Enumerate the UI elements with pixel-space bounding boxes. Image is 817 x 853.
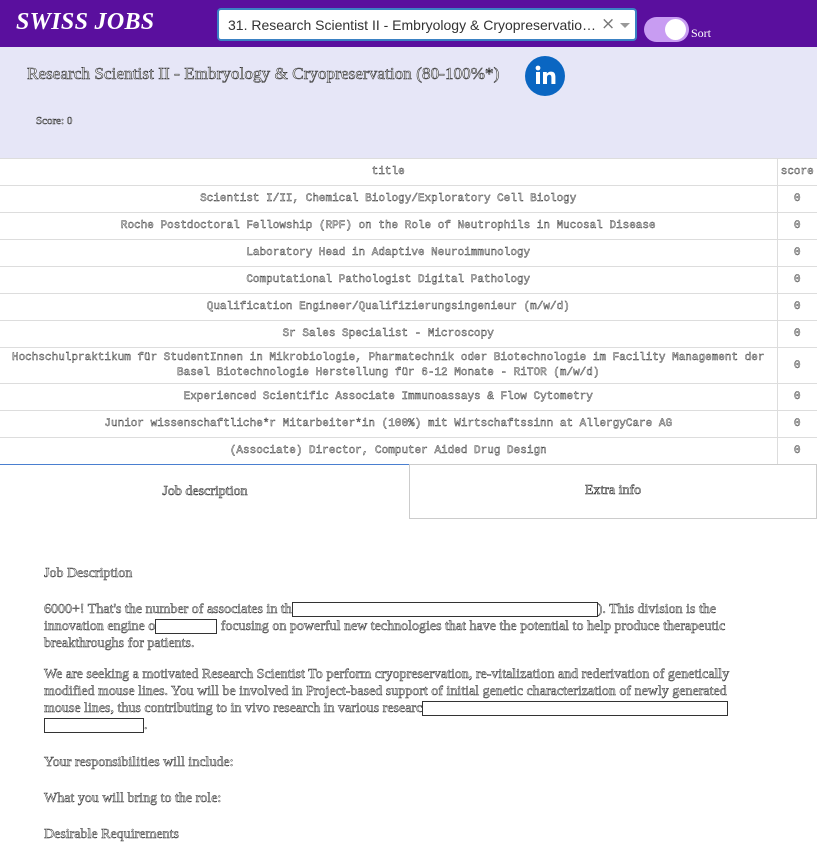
chevron-down-icon[interactable] xyxy=(620,23,630,28)
sort-toggle-knob xyxy=(665,19,686,40)
table-row[interactable]: Experienced Scientific Associate Immunoa… xyxy=(0,383,817,411)
job-select-value: 31. Research Scientist II - Embryology &… xyxy=(228,17,598,33)
row-score: 0 xyxy=(777,320,817,348)
table-row[interactable]: Roche Postdoctoral Fellowship (RPF) on t… xyxy=(0,212,817,240)
row-title: Roche Postdoctoral Fellowship (RPF) on t… xyxy=(0,212,778,240)
column-header-score[interactable]: score xyxy=(777,158,817,186)
table-row[interactable]: Computational Pathologist Digital Pathol… xyxy=(0,266,817,294)
row-title: Computational Pathologist Digital Pathol… xyxy=(0,266,778,294)
table-row[interactable]: Qualification Engineer/Qualifizierungsin… xyxy=(0,293,817,321)
table-row[interactable]: Junior wissenschaftliche*r Mitarbeiter*i… xyxy=(0,410,817,438)
requirements-heading: What you will bring to the role: xyxy=(44,791,222,807)
job-select[interactable]: 31. Research Scientist II - Embryology &… xyxy=(217,8,637,41)
desirable-heading: Desirable Requirements xyxy=(44,827,179,843)
sort-toggle-label: Sort xyxy=(691,26,712,40)
table-row[interactable]: Sr Sales Specialist - Microscopy 0 xyxy=(0,320,817,348)
row-score: 0 xyxy=(777,410,817,438)
description-heading: Job Description xyxy=(44,566,133,582)
brand-logo: SWISS JOBS xyxy=(16,9,155,35)
table-row[interactable]: (Associate) Director, Computer Aided Dru… xyxy=(0,437,817,465)
row-title: (Associate) Director, Computer Aided Dru… xyxy=(0,437,778,465)
redacted-link[interactable] xyxy=(44,718,144,734)
row-title: Sr Sales Specialist - Microscopy xyxy=(0,320,778,348)
sort-toggle[interactable] xyxy=(644,17,689,42)
row-title: Junior wissenschaftliche*r Mitarbeiter*i… xyxy=(0,410,778,438)
row-score: 0 xyxy=(777,347,817,384)
responsibilities-heading: Your responsibilities will include: xyxy=(44,755,234,771)
description-text: . xyxy=(144,718,148,734)
tab-extra-info-label: Extra info xyxy=(584,483,642,499)
row-title: Experienced Scientific Associate Immunoa… xyxy=(0,383,778,411)
detail-tabs: Job description Extra info xyxy=(0,464,817,519)
row-score: 0 xyxy=(777,266,817,294)
row-title: Hochschulpraktikum für StudentInnen in M… xyxy=(0,347,778,384)
description-paragraph: 6000+! That's the number of associates i… xyxy=(44,601,764,652)
job-header: Research Scientist II - Embryology & Cry… xyxy=(0,47,817,158)
score-label: Score: 0 xyxy=(36,115,73,128)
redacted-link[interactable] xyxy=(422,701,729,717)
results-table: title score Scientist I/II, Chemical Bio… xyxy=(0,158,817,465)
table-row[interactable]: Scientist I/II, Chemical Biology/Explora… xyxy=(0,185,817,213)
page-title: Research Scientist II - Embryology & Cry… xyxy=(27,64,500,84)
column-header-title[interactable]: title xyxy=(0,158,778,186)
tab-job-description[interactable]: Job description xyxy=(0,464,410,519)
row-title: Scientist I/II, Chemical Biology/Explora… xyxy=(0,185,778,213)
table-row[interactable]: Laboratory Head in Adaptive Neuroimmunol… xyxy=(0,239,817,267)
row-score: 0 xyxy=(777,437,817,465)
tab-job-description-label: Job description xyxy=(162,484,248,500)
row-title: Qualification Engineer/Qualifizierungsin… xyxy=(0,293,778,321)
clear-icon[interactable]: × xyxy=(601,14,615,34)
row-score: 0 xyxy=(777,212,817,240)
description-paragraph: We are seeking a motivated Research Scie… xyxy=(44,666,764,734)
description-text: 6000+! That's the number of associates i… xyxy=(44,602,292,618)
row-score: 0 xyxy=(777,239,817,267)
linkedin-icon[interactable] xyxy=(525,56,565,96)
top-bar: SWISS JOBS 31. Research Scientist II - E… xyxy=(0,0,817,47)
redacted-link[interactable] xyxy=(155,619,218,635)
tab-extra-info[interactable]: Extra info xyxy=(409,464,817,519)
table-row[interactable]: Hochschulpraktikum für StudentInnen in M… xyxy=(0,347,817,384)
redacted-link[interactable] xyxy=(291,602,598,618)
job-description: Job Description 6000+! That's the number… xyxy=(44,565,764,853)
row-title: Laboratory Head in Adaptive Neuroimmunol… xyxy=(0,239,778,267)
row-score: 0 xyxy=(777,293,817,321)
row-score: 0 xyxy=(777,185,817,213)
row-score: 0 xyxy=(777,383,817,411)
